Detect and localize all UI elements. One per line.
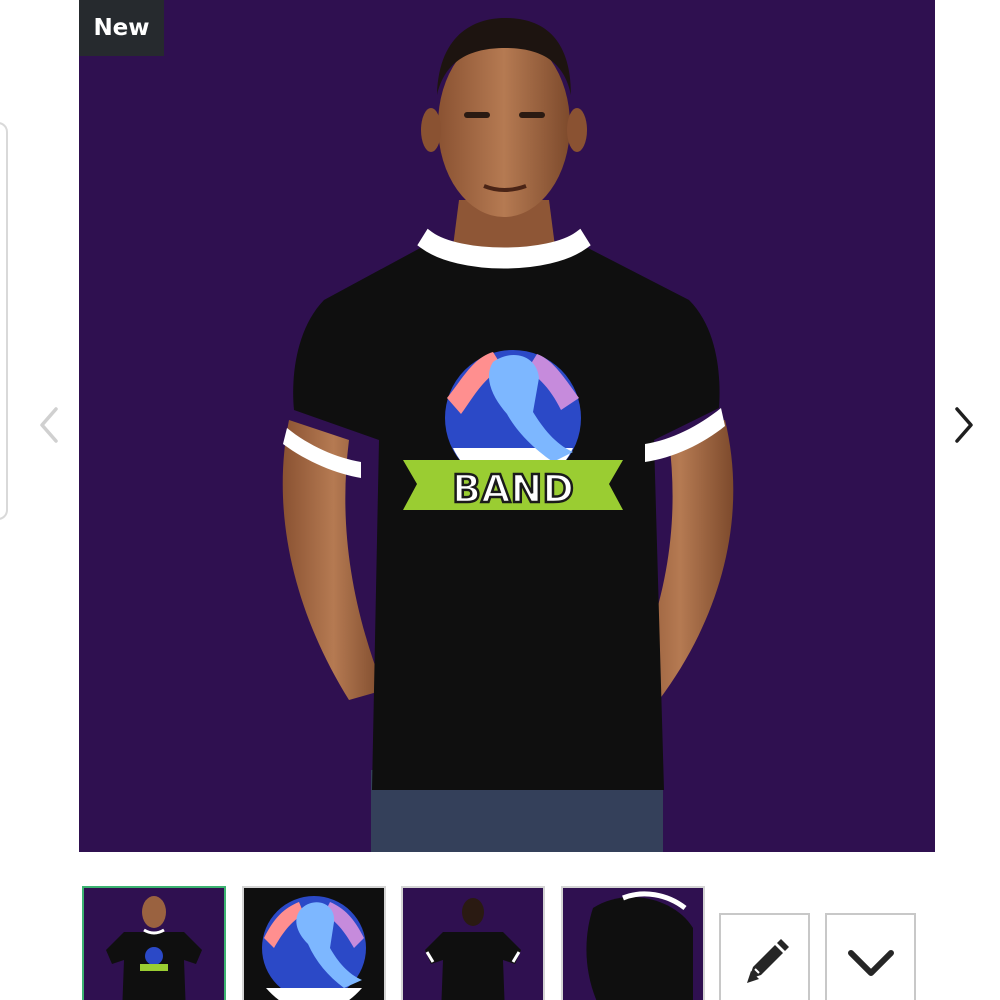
edit-design-button[interactable] — [719, 913, 810, 1000]
thumbnail-image — [563, 888, 703, 1000]
thumbnail-image — [244, 888, 384, 1000]
logo-text: BAND — [452, 467, 574, 511]
carousel-next-button[interactable] — [943, 400, 983, 450]
previous-card-edge[interactable] — [0, 122, 8, 520]
thumbnail-image — [84, 888, 224, 1000]
thumbnail-sleeve-detail[interactable] — [561, 886, 705, 1000]
thumbnail-design-closeup[interactable] — [242, 886, 386, 1000]
chevron-right-icon — [955, 407, 973, 443]
tshirt — [293, 246, 720, 790]
carousel-prev-button[interactable] — [28, 400, 68, 450]
chevron-left-icon — [40, 407, 58, 443]
chevron-down-icon — [847, 950, 894, 976]
more-options-button[interactable] — [825, 913, 916, 1000]
product-image[interactable]: BAND — [79, 0, 935, 852]
product-page: BAND New — [0, 0, 1000, 1000]
pencil-icon — [746, 939, 789, 983]
model-illustration: BAND — [282, 18, 734, 852]
thumbnail-front-model[interactable] — [82, 886, 226, 1000]
thumbnail-image — [403, 888, 543, 1000]
thumbnail-back-model[interactable] — [401, 886, 545, 1000]
new-badge: New — [79, 0, 164, 56]
